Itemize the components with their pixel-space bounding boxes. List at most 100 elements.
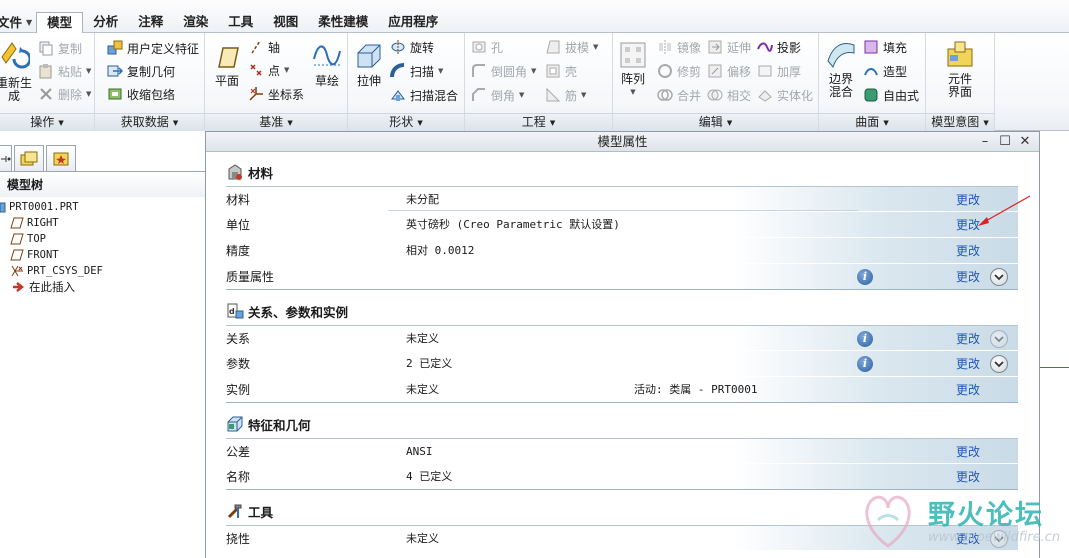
tree-node-part[interactable]: PRT0001.PRT — [0, 199, 103, 215]
shell-button[interactable]: 壳 — [545, 61, 577, 81]
tab-file[interactable]: 文件 ▼ — [0, 12, 36, 33]
round-button[interactable]: 倒圆角 ▼ — [471, 61, 536, 81]
datum-csys-button[interactable]: 坐标系 — [248, 84, 304, 104]
change-link[interactable]: 更改 — [956, 326, 980, 352]
style-button[interactable]: 造型 — [863, 61, 907, 81]
tab-annotate[interactable]: 注释 — [128, 12, 173, 33]
close-button[interactable]: ✕ — [1015, 132, 1035, 152]
merge-button[interactable]: 合并 — [657, 85, 701, 105]
group-operations-label[interactable]: 操作 ▼ — [0, 113, 94, 131]
tab-tools[interactable]: 工具 — [218, 12, 263, 33]
boundary-blend-button[interactable]: 边界 混合 — [823, 39, 859, 99]
maximize-button[interactable]: ☐ — [995, 132, 1015, 152]
model-properties-dialog: 模型属性 – ☐ ✕ 材料 材料 未分配 更改 单位 英寸磅秒 (Creo Pa… — [205, 131, 1040, 558]
group-surfaces-label[interactable]: 曲面 ▼ — [819, 113, 925, 131]
chevron-down-icon: ▼ — [438, 67, 444, 75]
copy-button[interactable]: 复制 — [38, 38, 82, 58]
tab-folder-browser[interactable] — [14, 145, 44, 171]
group-shapes-label[interactable]: 形状 ▼ — [348, 113, 464, 131]
intersect-label: 相交 — [727, 88, 752, 103]
expand-button[interactable] — [990, 330, 1008, 348]
trim-button[interactable]: 修剪 — [657, 61, 701, 81]
delete-button[interactable]: 删除 ▼ — [38, 84, 91, 104]
help-icon[interactable]: i — [857, 269, 873, 285]
expand-button[interactable] — [990, 530, 1008, 548]
tree-node-top[interactable]: TOP — [0, 231, 103, 247]
user-defined-feature-button[interactable]: 用户定义特征 — [107, 38, 199, 58]
draft-icon — [545, 39, 561, 55]
row-value: 相对 0.0012 — [406, 244, 475, 257]
solidify-button[interactable]: 实体化 — [757, 85, 813, 105]
shrinkwrap-button[interactable]: 收缩包络 — [107, 84, 175, 104]
tree-node-right[interactable]: RIGHT — [0, 215, 103, 231]
datum-plane-button[interactable]: 平面 — [211, 43, 243, 88]
group-operations-text: 操作 — [30, 115, 55, 129]
help-icon[interactable]: i — [857, 331, 873, 347]
navigator-tabs — [0, 145, 78, 171]
project-button[interactable]: 投影 — [757, 37, 801, 57]
revolve-icon — [390, 39, 406, 55]
change-link[interactable]: 更改 — [956, 464, 980, 490]
regenerate-button[interactable]: 重新生 成 — [0, 39, 34, 103]
paste-button[interactable]: 粘贴 ▼ — [38, 61, 91, 81]
group-surfaces-text: 曲面 — [855, 115, 880, 129]
expand-button[interactable] — [990, 355, 1008, 373]
offset-button[interactable]: 偏移 — [707, 61, 751, 81]
sweep-button[interactable]: 扫描 ▼ — [390, 61, 443, 81]
shell-label: 壳 — [565, 64, 578, 79]
group-engineering: 孔 倒圆角 ▼ 倒角 ▼ 拔模 ▼ 壳 筋 ▼ 工程 ▼ — [465, 33, 613, 131]
group-datum-label[interactable]: 基准 ▼ — [205, 113, 347, 131]
copy-geometry-button[interactable]: 复制几何 — [107, 61, 175, 81]
thicken-button[interactable]: 加厚 — [757, 61, 801, 81]
expand-button[interactable] — [990, 268, 1008, 286]
model-tree: PRT0001.PRT RIGHT TOP FRONT PRT_CSYS_DEF… — [0, 199, 103, 295]
revolve-button[interactable]: 旋转 — [390, 37, 434, 57]
tab-flexible-modeling[interactable]: 柔性建模 — [308, 12, 378, 33]
help-icon[interactable]: i — [857, 356, 873, 372]
change-link[interactable]: 更改 — [956, 238, 980, 264]
tab-analysis[interactable]: 分析 — [83, 12, 128, 33]
group-editing-label[interactable]: 编辑 ▼ — [613, 113, 818, 131]
tab-view[interactable]: 视图 — [263, 12, 308, 33]
tree-node-front[interactable]: FRONT — [0, 247, 103, 263]
tab-favorites[interactable] — [46, 145, 76, 171]
tab-applications[interactable]: 应用程序 — [378, 12, 448, 33]
tab-model-tree[interactable] — [0, 145, 12, 171]
rib-button[interactable]: 筋 ▼ — [545, 85, 586, 105]
change-link[interactable]: 更改 — [956, 526, 980, 552]
tab-model[interactable]: 模型 — [36, 12, 84, 34]
group-model-intent-label[interactable]: 模型意图 ▼ — [926, 113, 994, 131]
section-relations: d= 关系、参数和实例 关系 未定义 i 更改 参数 2 已定义 i 更改 实例… — [226, 297, 1018, 403]
group-get-data-label[interactable]: 获取数据 ▼ — [95, 113, 204, 131]
row-divider — [388, 210, 858, 211]
datum-axis-button[interactable]: 轴 — [248, 37, 280, 57]
sketch-button[interactable]: 草绘 — [310, 41, 344, 88]
tree-node-insert-here[interactable]: 在此插入 — [0, 279, 103, 295]
change-link[interactable]: 更改 — [956, 439, 980, 465]
delete-label: 删除 — [58, 87, 83, 102]
draft-button[interactable]: 拔模 ▼ — [545, 37, 598, 57]
fill-button[interactable]: 填充 — [863, 37, 907, 57]
minimize-button[interactable]: – — [975, 132, 995, 152]
dialog-title-bar[interactable]: 模型属性 – ☐ ✕ — [206, 132, 1039, 152]
change-link[interactable]: 更改 — [956, 377, 980, 403]
group-surfaces: 边界 混合 填充 造型 自由式 曲面 ▼ — [819, 33, 926, 131]
extend-label: 延伸 — [727, 40, 752, 55]
freestyle-button[interactable]: 自由式 — [863, 85, 919, 105]
datum-point-button[interactable]: 点 ▼ — [248, 60, 289, 80]
change-link[interactable]: 更改 — [956, 264, 980, 290]
swept-blend-button[interactable]: 扫描混合 — [390, 85, 458, 105]
mirror-button[interactable]: 镜像 — [657, 37, 701, 57]
extrude-button[interactable]: 拉伸 — [352, 41, 386, 88]
component-interface-button[interactable]: 元件 界面 — [940, 39, 980, 99]
revolve-label: 旋转 — [410, 40, 435, 55]
tab-render[interactable]: 渲染 — [173, 12, 218, 33]
hole-button[interactable]: 孔 — [471, 37, 503, 57]
group-engineering-label[interactable]: 工程 ▼ — [465, 113, 612, 131]
pattern-button[interactable]: 阵列 ▼ — [617, 41, 649, 99]
extend-button[interactable]: 延伸 — [707, 37, 751, 57]
change-link[interactable]: 更改 — [956, 351, 980, 377]
intersect-button[interactable]: 相交 — [707, 85, 751, 105]
tree-node-csys[interactable]: PRT_CSYS_DEF — [0, 263, 103, 279]
chamfer-button[interactable]: 倒角 ▼ — [471, 85, 524, 105]
